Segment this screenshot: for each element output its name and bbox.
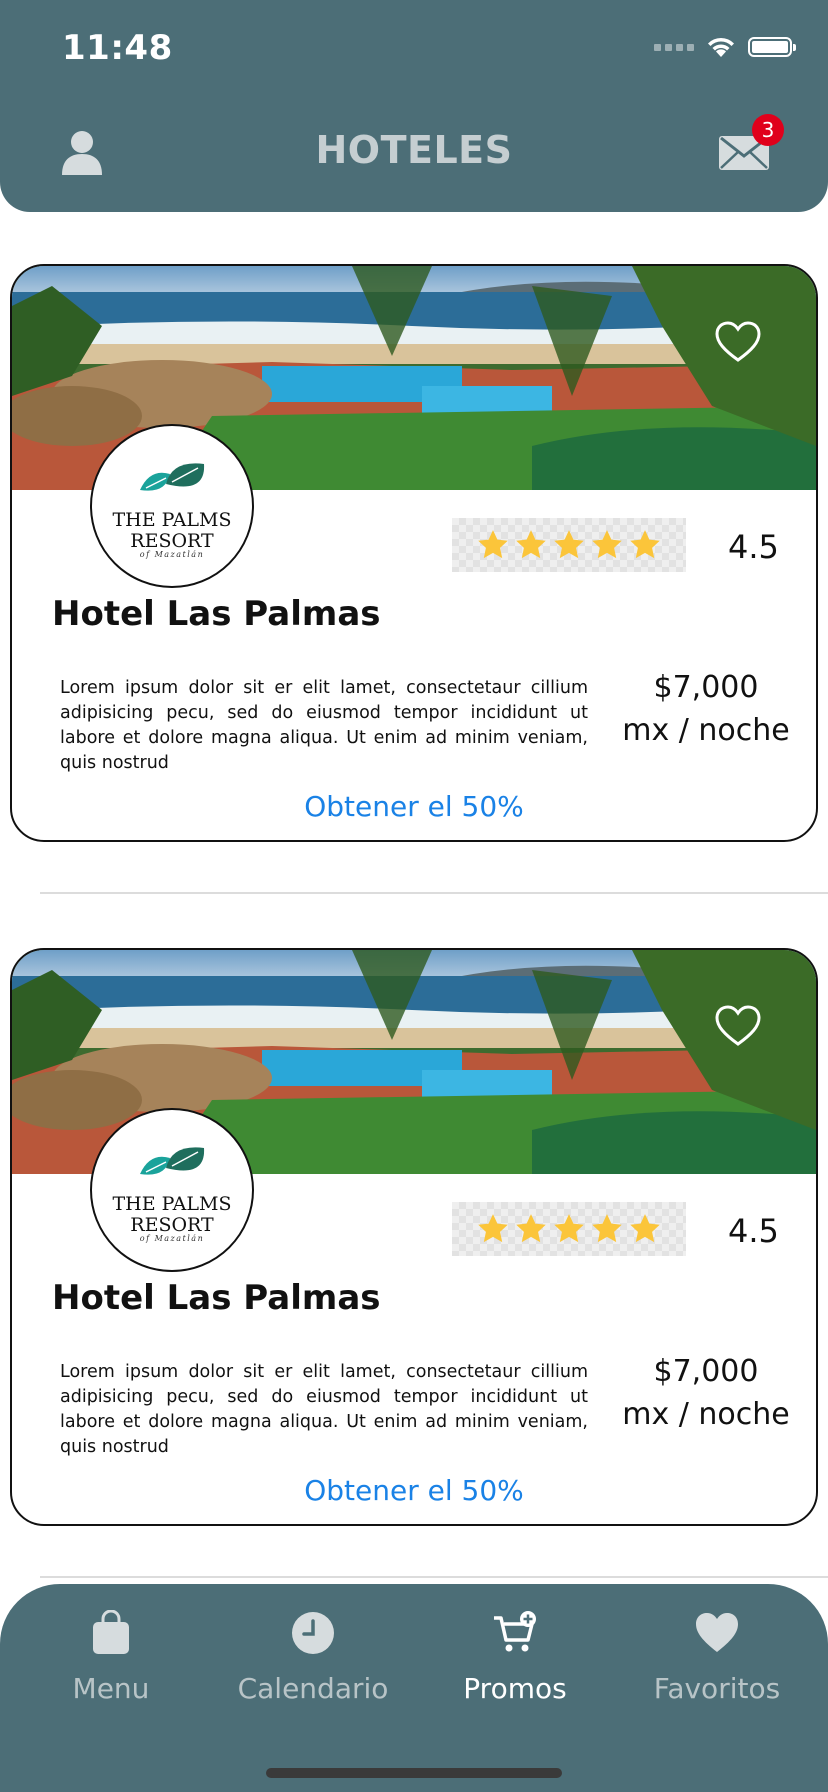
- star-icon: [478, 530, 508, 559]
- page-title: HOTELES: [315, 128, 513, 172]
- hotel-name: Hotel Las Palmas: [52, 1278, 381, 1318]
- divider: [40, 892, 828, 894]
- star-icon: [630, 530, 660, 559]
- tab-label: Favoritos: [653, 1672, 781, 1705]
- status-time: 11:48: [62, 28, 173, 68]
- price-unit: mx / noche: [622, 1397, 790, 1432]
- heart-icon: [696, 1613, 738, 1652]
- tab-calendario[interactable]: Calendario: [213, 1610, 413, 1705]
- header-bar: 11:48 HOTELES 3: [0, 0, 828, 212]
- tab-bar: Menu Calendario Promos Favoritos: [0, 1584, 828, 1792]
- hotel-price: $7,000 mx / noche: [608, 1350, 804, 1436]
- logo-text: THE PALMS RESORT: [112, 509, 232, 552]
- star-icon: [554, 1214, 584, 1243]
- promo-button[interactable]: Obtener el 50%: [12, 790, 816, 823]
- hotel-logo: THE PALMS RESORT of Mazatlán: [90, 424, 254, 588]
- logo-text: THE PALMS RESORT: [112, 1193, 232, 1236]
- star-icon: [592, 530, 622, 559]
- hotel-card[interactable]: THE PALMS RESORT of Mazatlán 4.5 Hotel La…: [10, 264, 818, 842]
- price-amount: $7,000: [653, 670, 759, 705]
- star-icon: [630, 1214, 660, 1243]
- favorite-heart-icon[interactable]: [714, 1004, 762, 1048]
- cellular-signal-icon: [654, 43, 694, 51]
- tab-label: Menu: [72, 1672, 150, 1705]
- star-rating: [452, 1202, 686, 1256]
- clock-icon: [292, 1612, 334, 1654]
- tab-favoritos[interactable]: Favoritos: [617, 1610, 817, 1705]
- palm-leaf-icon: [140, 463, 205, 491]
- hotel-price: $7,000 mx / noche: [608, 666, 804, 752]
- bag-icon: [93, 1610, 129, 1654]
- home-indicator: [266, 1768, 562, 1778]
- wifi-icon: [708, 37, 734, 57]
- star-icon: [478, 1214, 508, 1243]
- hotel-name: Hotel Las Palmas: [52, 594, 381, 634]
- rating-value: 4.5: [728, 528, 779, 566]
- tab-label: Calendario: [237, 1672, 389, 1705]
- rating-value: 4.5: [728, 1212, 779, 1250]
- tab-label: Promos: [463, 1672, 567, 1705]
- hotel-logo: THE PALMS RESORT of Mazatlán: [90, 1108, 254, 1272]
- star-icon: [554, 530, 584, 559]
- logo-subtext: of Mazatlán: [139, 1234, 205, 1243]
- hotel-card[interactable]: THE PALMS RESORT of Mazatlán 4.5 Hotel La…: [10, 948, 818, 1526]
- hotel-description: Lorem ipsum dolor sit er elit lamet, con…: [60, 678, 588, 773]
- status-icons: [654, 36, 796, 58]
- star-rating: [452, 518, 686, 572]
- star-icon: [516, 1214, 546, 1243]
- notification-badge: 3: [752, 114, 784, 146]
- tab-promos[interactable]: Promos: [415, 1610, 615, 1705]
- cart-plus-icon: [494, 1611, 536, 1652]
- promo-button[interactable]: Obtener el 50%: [12, 1474, 816, 1507]
- star-icon: [516, 530, 546, 559]
- battery-icon: [748, 37, 796, 57]
- star-icon: [592, 1214, 622, 1243]
- price-amount: $7,000: [653, 1354, 759, 1389]
- hotel-description: Lorem ipsum dolor sit er elit lamet, con…: [60, 1362, 588, 1457]
- divider: [40, 1576, 828, 1578]
- price-unit: mx / noche: [622, 713, 790, 748]
- favorite-heart-icon[interactable]: [714, 320, 762, 364]
- tab-menu[interactable]: Menu: [11, 1610, 211, 1705]
- palm-leaf-icon: [140, 1147, 205, 1175]
- logo-subtext: of Mazatlán: [139, 550, 205, 559]
